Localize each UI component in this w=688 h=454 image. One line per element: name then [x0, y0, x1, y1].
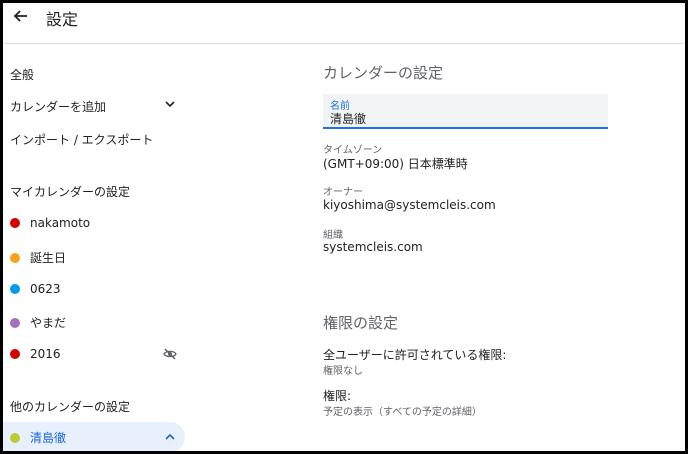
calendar-color-dot — [10, 284, 20, 294]
my-calendar-item[interactable]: やまだ — [10, 314, 66, 331]
organization-label: 組織 — [323, 230, 343, 241]
visibility-off-icon — [163, 348, 177, 360]
all-users-permission-value: 権限なし — [323, 366, 363, 377]
my-calendar-item[interactable]: 0623 — [10, 282, 61, 296]
add-calendar-expand-button[interactable] — [164, 98, 176, 110]
owner-label: オーナー — [323, 187, 363, 198]
page-title: 設定 — [46, 10, 79, 29]
name-field-value[interactable]: 清島徹 — [330, 110, 366, 127]
calendar-settings-title: カレンダーの設定 — [323, 64, 444, 82]
back-button[interactable] — [9, 5, 31, 27]
organization-value: systemcleis.com — [323, 240, 423, 254]
sidebar-item-general[interactable]: 全般 — [10, 66, 34, 83]
calendar-label: 清島徹 — [30, 431, 67, 445]
calendar-color-dot — [10, 432, 20, 443]
selected-calendar-collapse-button[interactable] — [164, 431, 176, 443]
my-calendar-item[interactable]: 2016 — [10, 347, 61, 361]
chevron-up-icon — [165, 433, 175, 440]
calendar-label: やまだ — [30, 316, 67, 330]
calendar-label: nakamoto — [30, 216, 91, 230]
sidebar-item-label: カレンダーを追加 — [10, 100, 107, 114]
timezone-label: タイムゾーン — [323, 145, 383, 156]
name-field[interactable]: 名前 清島徹 — [323, 94, 608, 129]
chevron-down-icon — [165, 101, 175, 108]
calendar-color-dot — [10, 317, 20, 328]
timezone-value[interactable]: (GMT+09:00) 日本標準時 — [323, 155, 468, 172]
owner-value: kiyoshima@systemcleis.com — [323, 198, 496, 212]
all-users-permission-label: 全ユーザーに許可されている権限: — [323, 348, 507, 362]
calendar-color-dot — [10, 349, 20, 359]
sidebar-item-import-export[interactable]: インポート / エクスポート — [10, 131, 153, 148]
calendar-color-dot — [10, 218, 20, 228]
app-header: 設定 — [0, 0, 688, 44]
my-calendar-item[interactable]: 誕生日 — [10, 249, 66, 266]
permissions-title: 権限の設定 — [323, 314, 399, 332]
my-calendar-item[interactable]: nakamoto — [10, 216, 90, 230]
other-calendars-heading: 他のカレンダーの設定 — [10, 400, 131, 414]
hidden-calendar-toggle[interactable] — [163, 347, 177, 361]
calendar-label: 誕生日 — [30, 251, 67, 265]
my-calendars-heading: マイカレンダーの設定 — [10, 185, 131, 199]
calendar-label: 2016 — [30, 347, 61, 361]
permission-label: 権限: — [323, 389, 352, 403]
arrow-back-icon — [13, 10, 27, 22]
selected-calendar-item[interactable]: 清島徹 — [10, 429, 66, 446]
calendar-label: 0623 — [30, 282, 61, 296]
permission-value: 予定の表示（すべての予定の詳細） — [323, 407, 482, 418]
calendar-color-dot — [10, 252, 20, 263]
sidebar-item-add-calendar[interactable]: カレンダーを追加 — [10, 98, 106, 115]
